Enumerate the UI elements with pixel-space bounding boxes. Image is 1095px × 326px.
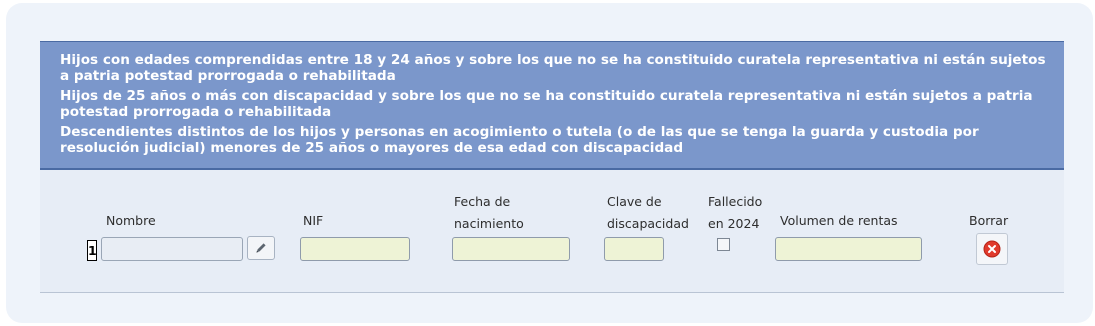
- column-label-clave-line1: Clave de: [607, 194, 662, 209]
- column-label-rentas: Volumen de rentas: [780, 213, 898, 228]
- column-label-nif: NIF: [303, 213, 324, 228]
- column-label-fallecido: Fallecido en 2024: [708, 191, 762, 235]
- header-line-2: Hijos de 25 años o más con discapacidad …: [60, 88, 1033, 120]
- fallecido-checkbox[interactable]: [717, 238, 730, 251]
- column-label-fallecido-line1: Fallecido: [708, 194, 763, 209]
- column-label-fecha-line2: nacimiento: [454, 216, 524, 231]
- column-label-borrar: Borrar: [969, 213, 1009, 228]
- column-label-fecha-line1: Fecha de: [454, 194, 511, 209]
- row-number: 1: [87, 240, 97, 261]
- form-card: Hijos con edades comprendidas entre 18 y…: [6, 3, 1093, 323]
- header-line-1: Hijos con edades comprendidas entre 18 y…: [60, 52, 1046, 84]
- header-line-3: Descendientes distintos de los hijos y p…: [60, 124, 979, 156]
- column-label-clave-line2: discapacidad: [607, 216, 689, 231]
- edit-nombre-button[interactable]: [247, 236, 275, 260]
- volumen-rentas-field[interactable]: [775, 237, 922, 261]
- nif-field[interactable]: [300, 237, 410, 261]
- column-label-clave: Clave de discapacidad: [607, 191, 689, 235]
- section-header: Hijos con edades comprendidas entre 18 y…: [40, 41, 1064, 170]
- column-label-fecha: Fecha de nacimiento: [454, 191, 524, 235]
- column-label-fallecido-line2: en 2024: [708, 216, 760, 231]
- pencil-icon: [256, 243, 266, 253]
- delete-row-button[interactable]: [976, 233, 1008, 265]
- delete-x-icon: [983, 240, 1001, 258]
- column-label-nombre: Nombre: [106, 213, 156, 228]
- nombre-field[interactable]: [101, 237, 243, 261]
- clave-discapacidad-field[interactable]: [604, 237, 664, 261]
- descendants-section: Hijos con edades comprendidas entre 18 y…: [40, 41, 1064, 293]
- fecha-nacimiento-field[interactable]: [452, 237, 570, 261]
